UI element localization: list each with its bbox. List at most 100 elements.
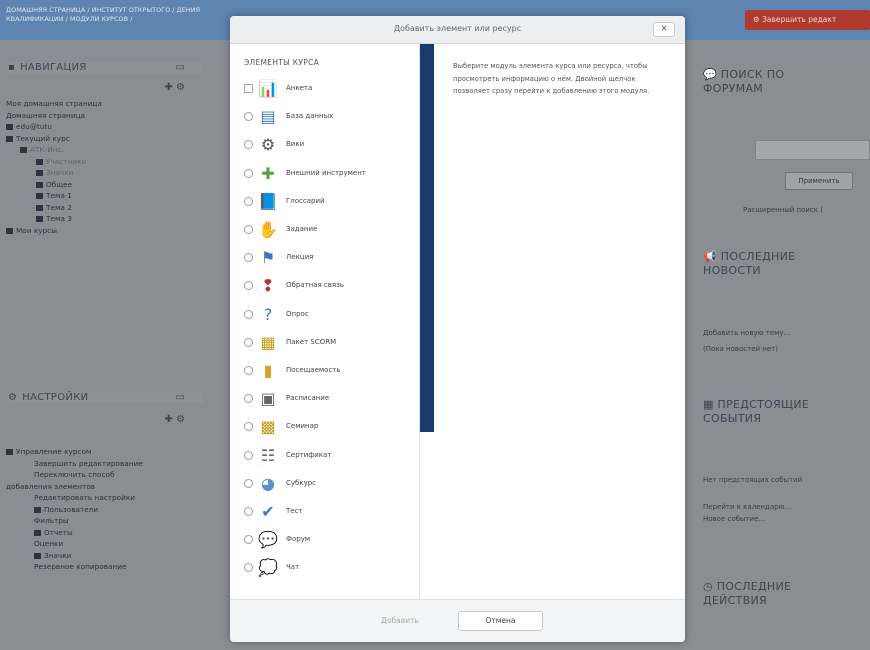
settings-item[interactable]: добавления элементов	[6, 481, 143, 493]
option-radio[interactable]	[244, 366, 253, 375]
activity-option[interactable]: ❢ Обратная связь	[244, 275, 414, 297]
wiki-icon: ⚙	[260, 135, 276, 155]
nav-item[interactable]: Мои курсы	[6, 225, 102, 237]
folder-icon	[36, 216, 43, 222]
settings-item[interactable]: Завершить редактирование	[6, 458, 143, 470]
close-button[interactable]: ×	[653, 22, 675, 37]
subcourse-icon: ◕	[261, 473, 275, 493]
advanced-search-link[interactable]: Расширенный поиск (	[743, 205, 823, 216]
nav-item[interactable]: edu@tutu	[6, 121, 102, 133]
search-forums-button[interactable]: Применить	[785, 172, 853, 190]
right-sidebar: 💬 ПОИСК ПО ФОРУМАМ Применить Расширенный…	[685, 40, 870, 650]
calendar-link[interactable]: Перейти к календарю...	[703, 502, 791, 513]
activity-option[interactable]: 💬 Форум	[244, 529, 414, 551]
activity-option[interactable]: ☷ Сертификат	[244, 445, 414, 467]
activity-option[interactable]: ▮ Посещаемость	[244, 360, 414, 382]
option-radio[interactable]	[244, 535, 253, 545]
activity-option[interactable]: ▤ База данных	[244, 106, 414, 128]
add-button[interactable]: Добавить	[365, 611, 435, 631]
chat-icon: 💭	[258, 558, 278, 578]
new-event-link[interactable]: Новое событие...	[703, 514, 765, 525]
activity-option[interactable]: ▣ Расписание	[244, 388, 414, 410]
cancel-button[interactable]: Отмена	[458, 611, 543, 631]
option-radio[interactable]	[244, 507, 253, 516]
option-radio[interactable]	[244, 337, 253, 347]
scorm-icon: ▦	[260, 332, 276, 352]
settings-dock-icon[interactable]: ▭	[176, 392, 185, 403]
settings-item[interactable]: Пользователи	[6, 504, 143, 516]
option-radio[interactable]	[244, 281, 253, 291]
activity-option[interactable]: ? Опрос	[244, 304, 414, 326]
settings-item[interactable]: Управление курсом	[6, 446, 143, 458]
add-topic-link[interactable]: Добавить новую тему...	[703, 328, 790, 339]
option-label: Субкурс	[286, 478, 317, 487]
question-icon: ?	[263, 304, 273, 324]
feedback-icon: ❢	[261, 276, 275, 296]
option-radio[interactable]	[244, 478, 253, 488]
settings-item[interactable]: Редактировать настройки	[6, 492, 143, 504]
activity-option[interactable]: ⚙ Вики	[244, 134, 414, 156]
nav-item[interactable]: Тема 1	[6, 190, 102, 202]
navigation-move-icon[interactable]: ✚ ⚙	[164, 82, 185, 93]
settings-item[interactable]: Переключить способ	[6, 469, 143, 481]
option-radio[interactable]	[244, 450, 253, 460]
megaphone-icon: 📢	[703, 250, 717, 263]
option-label: Семинар	[286, 422, 319, 431]
option-label: Задание	[286, 225, 318, 233]
activity-option[interactable]: ✋ Задание	[244, 219, 414, 241]
option-radio[interactable]	[244, 253, 253, 263]
activity-option[interactable]: 📊 Анкета	[244, 78, 414, 100]
nav-item[interactable]: Общее	[6, 179, 102, 191]
navigation-dock-icon[interactable]: ▭	[176, 62, 185, 73]
finish-editing-button[interactable]: ⚙ Завершить редакт	[745, 10, 870, 30]
navigation-icon: ▪	[8, 62, 16, 73]
activity-option[interactable]: ▦ Пакет SCORM	[244, 332, 414, 354]
attendance-icon: ▮	[263, 361, 273, 380]
folder-icon	[36, 170, 43, 176]
breadcrumb[interactable]: ДОМАШНЯЯ СТРАНИЦА / ИНСТИТУТ ОТКРЫТОГО /…	[6, 6, 226, 24]
settings-item[interactable]: Значки	[6, 550, 143, 562]
option-radio[interactable]	[244, 394, 253, 404]
activity-option[interactable]: 💭 Чат	[244, 557, 414, 579]
activity-option[interactable]: ⚑ Лекция	[244, 247, 414, 269]
nav-item[interactable]: Тема 2	[6, 202, 102, 214]
dialog-footer: Добавить Отмена	[230, 599, 685, 642]
option-radio[interactable]	[244, 422, 253, 432]
settings-item[interactable]: Отчеты	[6, 527, 143, 539]
certificate-icon: ☷	[260, 445, 276, 465]
activity-options-list[interactable]: ЭЛЕМЕНТЫ КУРСА 📊 Анкета ▤ База данных ⚙ Вики ✚…	[230, 44, 420, 599]
finish-editing-label: Завершить редакт	[762, 15, 837, 24]
option-radio[interactable]	[244, 225, 253, 234]
option-radio[interactable]	[244, 84, 253, 93]
schedule-icon: ▣	[260, 389, 276, 409]
nav-item[interactable]: Значки	[6, 167, 102, 179]
settings-item[interactable]: Фильтры	[6, 515, 143, 527]
folder-icon	[6, 124, 13, 130]
option-radio[interactable]	[244, 168, 253, 178]
assignment-icon: ✋	[258, 220, 278, 239]
settings-move-icon[interactable]: ✚ ⚙	[164, 414, 185, 425]
activity-option[interactable]: 📘 Глоссарий	[244, 191, 414, 213]
nav-item[interactable]: Тема 3	[6, 213, 102, 225]
option-radio[interactable]	[244, 309, 253, 319]
activity-option[interactable]: ◕ Субкурс	[244, 473, 414, 495]
option-radio[interactable]	[244, 563, 253, 573]
search-forums-input[interactable]	[755, 140, 870, 160]
navigation-title: ▪ НАВИГАЦИЯ	[8, 62, 87, 73]
nav-item[interactable]: Текущий курс	[6, 133, 102, 145]
activity-option[interactable]: ✔ Тест	[244, 501, 414, 523]
activity-option[interactable]: ▩ Семинар	[244, 416, 414, 438]
workshop-icon: ▩	[260, 417, 276, 437]
settings-item[interactable]: Резервное копирование	[6, 561, 143, 573]
option-radio[interactable]	[244, 196, 253, 206]
option-radio[interactable]	[244, 140, 253, 150]
settings-item[interactable]: Оценки	[6, 538, 143, 550]
nav-item[interactable]: Домашняя страница	[6, 110, 102, 122]
option-label: Форум	[286, 535, 311, 544]
option-radio[interactable]	[244, 112, 253, 122]
nav-item[interactable]: АТК-Инс.	[6, 144, 102, 156]
activity-option[interactable]: ✚ Внешний инструмент	[244, 163, 414, 185]
nav-item[interactable]: Участники	[6, 156, 102, 168]
nav-item[interactable]: Моя домашняя страница	[6, 98, 102, 110]
activity-title: ◷ ПОСЛЕДНИЕ ДЕЙСТВИЯ	[703, 580, 792, 607]
